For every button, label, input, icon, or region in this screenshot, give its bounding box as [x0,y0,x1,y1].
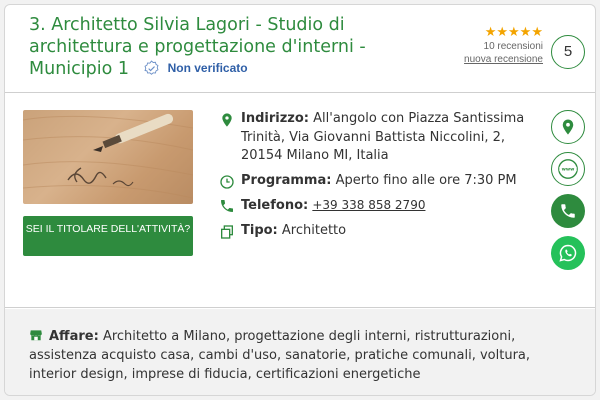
verified-label: Non verificato [167,61,248,75]
schedule-value: Aperto fino alle ore 7:30 PM [335,172,517,188]
whatsapp-button[interactable] [551,236,585,270]
listing-body: SEI IL TITOLARE DELL'ATTIVITÀ? Indirizzo… [5,94,595,308]
type-row: Tipo: Architetto [217,222,547,241]
schedule-row: Programma: Aperto fino alle ore 7:30 PM [217,172,547,191]
badge-check-icon [144,60,159,76]
business-photo [23,110,193,204]
business-value: Architetto a Milano, progettazione degli… [29,329,531,382]
listing-card: 3. Architetto Silvia Lagori - Studio di … [4,4,596,396]
reviews-count: 10 recensioni [483,41,543,52]
phone-icon [561,204,575,218]
website-button[interactable]: www [551,152,585,186]
call-button[interactable] [551,194,585,228]
action-buttons: www [551,110,587,278]
rank-badge: 5 [551,35,585,69]
rating-block: ★★★★★ 10 recensioni nuova recensione [453,24,543,66]
listing-header: 3. Architetto Silvia Lagori - Studio di … [5,5,595,93]
new-review-link[interactable]: nuova recensione [453,54,543,65]
phone-label: Telefono: [241,198,309,213]
phone-icon [221,200,233,212]
business-info: Indirizzo: All'angolo con Piazza Santiss… [217,110,547,246]
clock-icon [220,174,234,189]
business-description-section: Affare: Architetto a Milano, progettazio… [5,309,595,395]
map-marker-icon [562,119,574,135]
business-label: Affare: [49,329,99,344]
star-rating: ★★★★★ [484,24,543,39]
phone-row: Telefono: +39 338 858 2790 [217,196,547,216]
phone-link[interactable]: +39 338 858 2790 [312,198,425,212]
address-label: Indirizzo: [241,111,309,126]
claim-business-button[interactable]: SEI IL TITOLARE DELL'ATTIVITÀ? [23,216,193,256]
map-button[interactable] [551,110,585,144]
schedule-label: Programma: [241,172,332,188]
type-value: Architetto [281,222,347,238]
map-pin-icon [222,113,232,127]
pencil-photo-illustration [23,113,193,199]
verification-status: Non verificato [143,58,248,80]
copy-icon [221,224,233,239]
www-icon: www [558,159,578,179]
address-row: Indirizzo: All'angolo con Piazza Santiss… [217,110,547,166]
store-icon [30,330,42,341]
business-description: Affare: Architetto a Milano, progettazio… [29,327,574,384]
type-label: Tipo: [241,222,278,238]
whatsapp-icon [559,244,577,262]
svg-text:www: www [562,168,575,173]
listing-title[interactable]: 3. Architetto Silvia Lagori - Studio di … [29,15,449,80]
